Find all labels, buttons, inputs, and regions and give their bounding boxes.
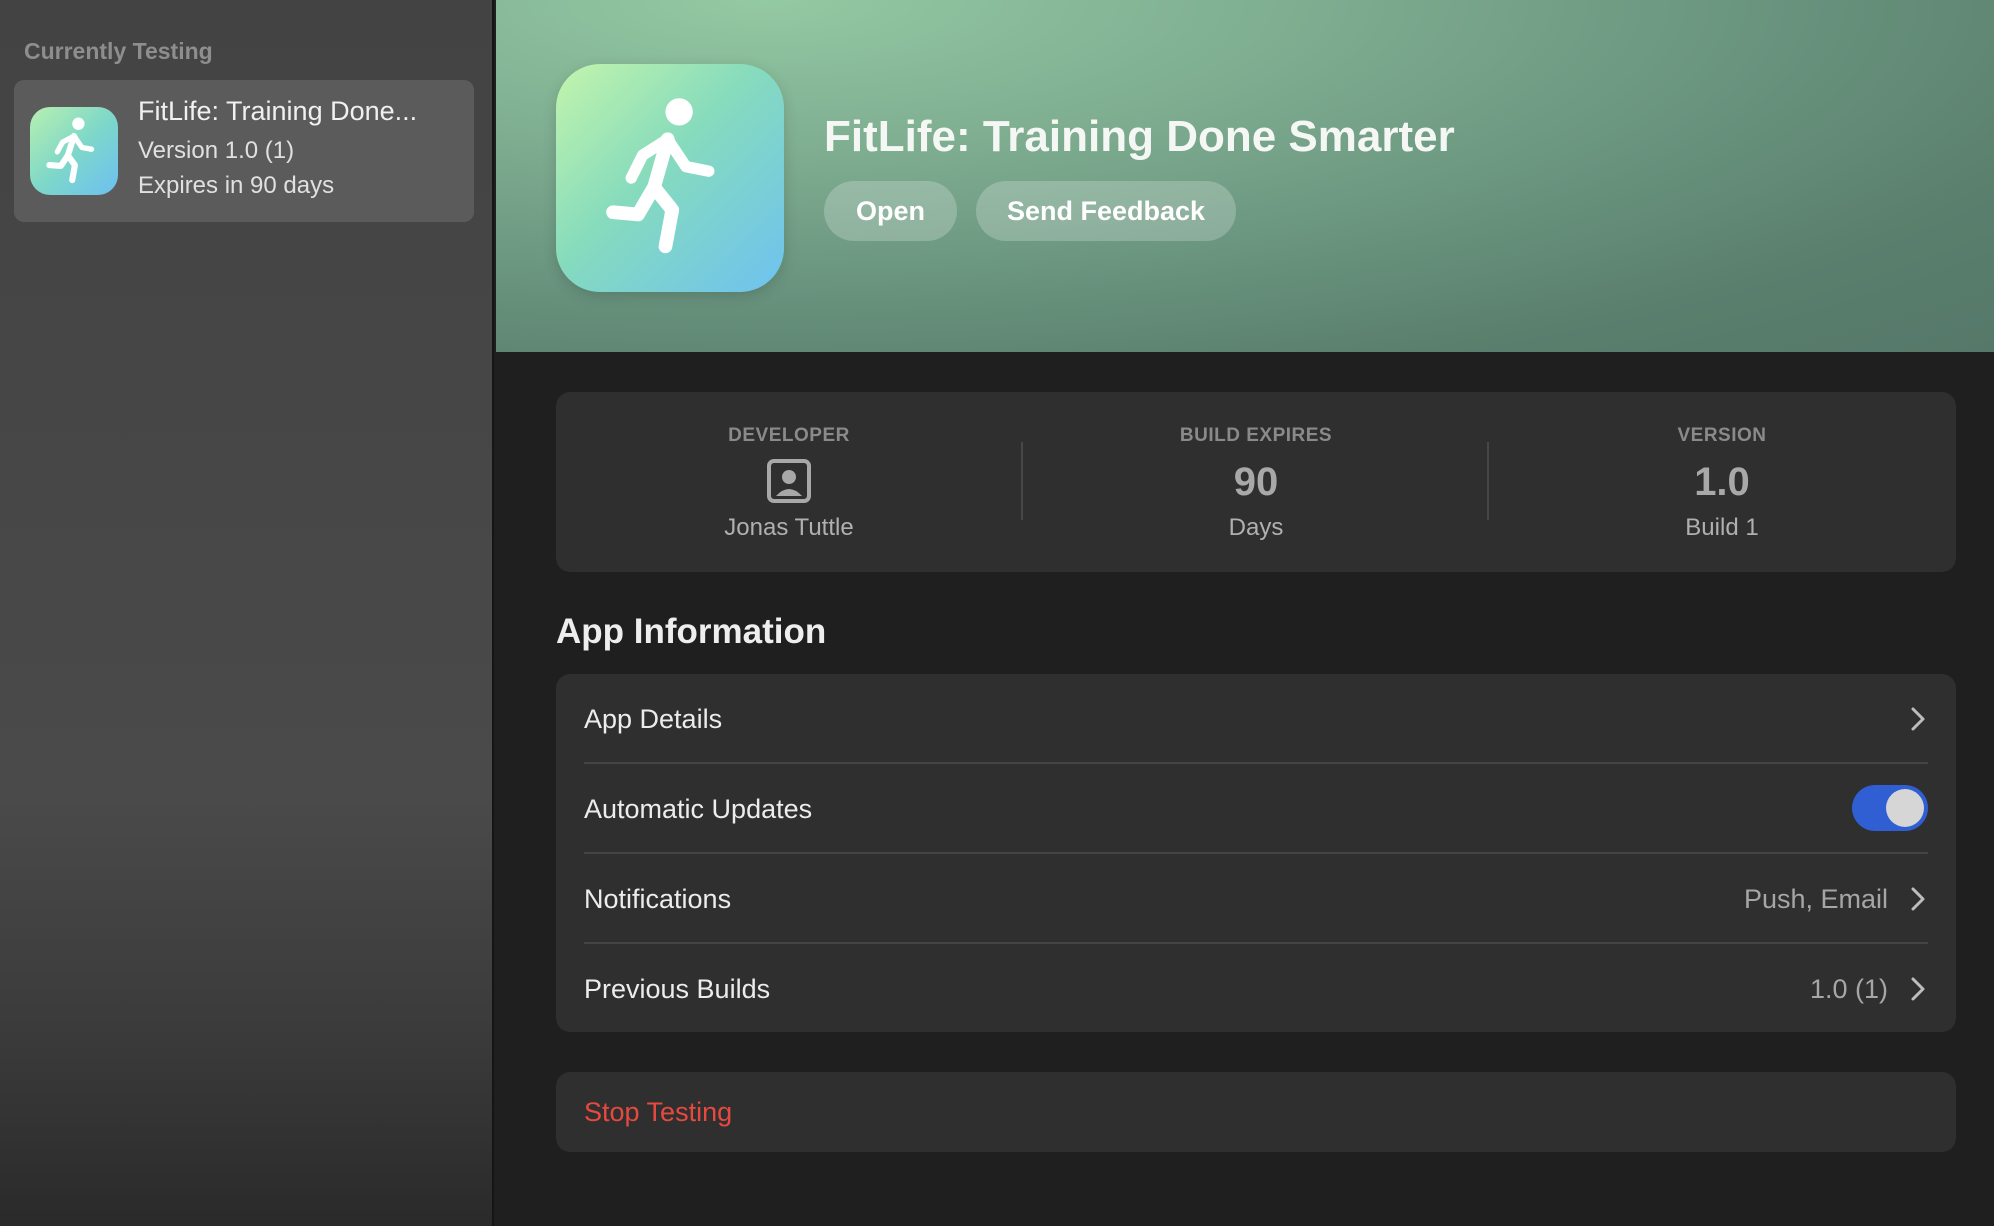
send-feedback-button[interactable]: Send Feedback <box>976 181 1236 241</box>
row-label: Notifications <box>584 884 732 914</box>
version-label: VERSION <box>1677 425 1767 446</box>
open-button[interactable]: Open <box>824 181 957 241</box>
build-expires-label: BUILD EXPIRES <box>1179 425 1333 446</box>
sidebar-app-expires: Expires in 90 days <box>138 172 335 199</box>
row-app-details[interactable]: App Details <box>584 674 1928 764</box>
sidebar-app-name: FitLife: Training Done... <box>138 96 418 126</box>
sidebar-item-fitlife[interactable]: FitLife: Training Done... Version 1.0 (1… <box>14 80 474 222</box>
toggle-knob <box>1886 789 1924 827</box>
row-previous-builds[interactable]: Previous Builds 1.0 (1) <box>584 944 1928 1034</box>
row-label: Automatic Updates <box>584 794 813 824</box>
build-number: Build 1 <box>1685 514 1759 541</box>
developer-label: DEVELOPER <box>728 425 850 446</box>
chevron-right-icon <box>1911 977 1925 1001</box>
version-column: VERSION 1.0 Build 1 <box>1489 392 1955 572</box>
running-person-icon <box>556 64 784 292</box>
app-information-list: App Details Automatic Updates Notificati… <box>556 674 1956 1032</box>
section-title-app-information: App Information <box>556 612 827 651</box>
row-value: Push, Email <box>1743 884 1888 914</box>
developer-name: Jonas Tuttle <box>724 514 854 541</box>
build-expires-value: 90 <box>1233 460 1279 504</box>
app-hero-header: FitLife: Training Done Smarter Open Send… <box>496 0 1994 352</box>
row-automatic-updates: Automatic Updates <box>584 764 1928 854</box>
running-person-icon <box>30 107 118 195</box>
developer-column: DEVELOPER Jonas Tuttle <box>556 392 1022 572</box>
build-info-card: DEVELOPER Jonas Tuttle BUILD EXPIRES 90 … <box>556 392 1956 572</box>
row-value: 1.0 (1) <box>1809 974 1888 1004</box>
build-expires-unit: Days <box>1228 514 1284 541</box>
row-notifications[interactable]: Notifications Push, Email <box>584 854 1928 944</box>
app-title: FitLife: Training Done Smarter <box>824 112 1455 161</box>
automatic-updates-toggle[interactable] <box>1852 785 1928 831</box>
row-label: App Details <box>584 704 723 734</box>
build-expires-column: BUILD EXPIRES 90 Days <box>1023 392 1489 572</box>
sidebar-app-version: Version 1.0 (1) <box>138 137 295 164</box>
person-badge-icon <box>767 459 811 503</box>
chevron-right-icon <box>1911 887 1925 911</box>
stop-testing-button[interactable]: Stop Testing <box>556 1072 1956 1152</box>
row-label: Previous Builds <box>584 974 771 1004</box>
chevron-right-icon <box>1911 707 1925 731</box>
version-value: 1.0 <box>1694 460 1750 504</box>
sidebar: Currently Testing FitLife: Training Done… <box>0 0 494 1226</box>
main-content: FitLife: Training Done Smarter Open Send… <box>496 0 1994 1226</box>
sidebar-heading: Currently Testing <box>24 38 213 64</box>
stop-testing-label: Stop Testing <box>584 1097 733 1127</box>
